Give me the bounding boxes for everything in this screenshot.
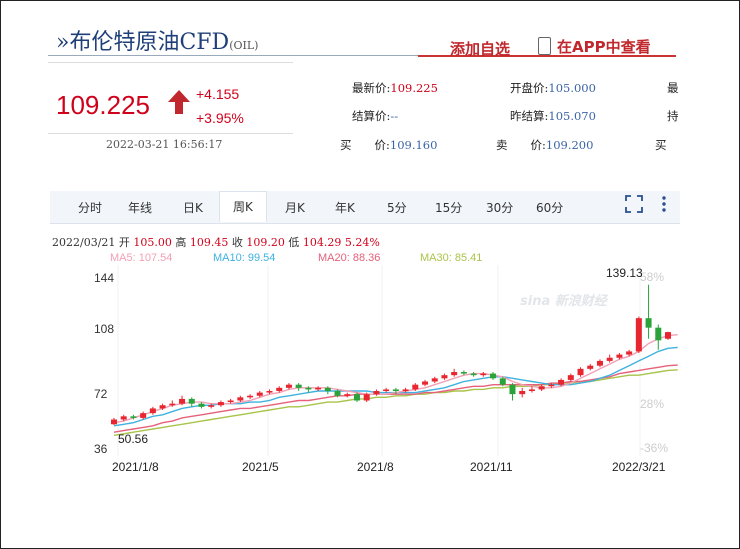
x-tick-label: 2021/5 xyxy=(242,460,279,474)
candle-body xyxy=(616,354,623,358)
pct-tick-label: 28% xyxy=(640,397,665,411)
candle-body xyxy=(149,408,156,414)
high-price-label: 139.13 xyxy=(606,266,643,280)
x-tick-label: 2021/8 xyxy=(357,460,394,474)
ma10-line xyxy=(113,346,678,427)
candle-body xyxy=(247,395,254,398)
candle-body xyxy=(305,387,312,390)
candle-body xyxy=(402,389,409,391)
candle-body xyxy=(315,387,322,390)
candle-body xyxy=(295,384,302,388)
x-tick-label: 2021/11 xyxy=(470,460,513,474)
y-tick-label: 36 xyxy=(94,442,108,456)
candle-body xyxy=(140,413,147,418)
candle-body xyxy=(392,389,399,391)
candle-body xyxy=(470,373,477,376)
candle-body xyxy=(130,416,137,418)
y-tick-label: 144 xyxy=(94,271,115,285)
candle-body xyxy=(363,394,370,401)
candle-body xyxy=(353,394,360,401)
candle-body xyxy=(577,368,584,376)
candle-body xyxy=(480,373,487,376)
candle-body xyxy=(451,372,458,376)
y-tick-label: 72 xyxy=(94,387,108,401)
candle-body xyxy=(198,403,205,407)
candle-body xyxy=(460,372,467,374)
candle-body xyxy=(285,384,292,388)
candle-body xyxy=(179,398,186,404)
candle-body xyxy=(528,389,535,391)
candle-body xyxy=(519,391,526,395)
candle-body xyxy=(626,351,633,355)
candle-body xyxy=(266,391,273,393)
candle-body xyxy=(558,379,565,385)
candle-body xyxy=(324,387,331,391)
candle-body xyxy=(509,384,516,395)
candle-body xyxy=(111,419,117,425)
candle-body xyxy=(412,384,419,390)
candle-body xyxy=(188,398,195,404)
candle-body xyxy=(548,384,555,387)
ma5-line xyxy=(113,334,678,424)
x-tick-label: 2022/3/21 xyxy=(612,460,666,474)
candle-body xyxy=(606,357,613,361)
pct-tick-label: -36% xyxy=(640,441,669,455)
candle-body xyxy=(441,375,448,379)
candle-body xyxy=(635,318,642,352)
candle-body xyxy=(237,397,244,401)
candle-body xyxy=(169,403,176,406)
candle-body xyxy=(567,375,574,380)
candle-body xyxy=(665,332,671,339)
candle-body xyxy=(217,402,224,406)
candle-body xyxy=(334,391,341,396)
candle-body xyxy=(208,405,215,407)
x-tick-label: 2021/1/8 xyxy=(112,460,159,474)
low-price-label: 50.56 xyxy=(118,432,149,446)
candle-body xyxy=(276,387,283,391)
candle-body xyxy=(344,394,351,396)
candle-body xyxy=(655,327,662,341)
candle-body xyxy=(431,378,438,382)
candle-body xyxy=(538,386,545,390)
candle-body xyxy=(587,365,594,369)
candle-body xyxy=(422,381,429,385)
pct-tick-label: 58% xyxy=(640,270,665,284)
candle-body xyxy=(227,400,234,403)
candle-body xyxy=(256,392,263,396)
y-tick-label: 108 xyxy=(94,322,115,336)
candle-body xyxy=(499,378,506,385)
candle-body xyxy=(383,389,390,391)
candle-body xyxy=(159,405,166,409)
candle-body xyxy=(490,373,497,379)
candle-body xyxy=(645,318,652,328)
candle-body xyxy=(596,360,603,366)
candle-body xyxy=(120,416,127,420)
candle-body xyxy=(373,391,380,395)
